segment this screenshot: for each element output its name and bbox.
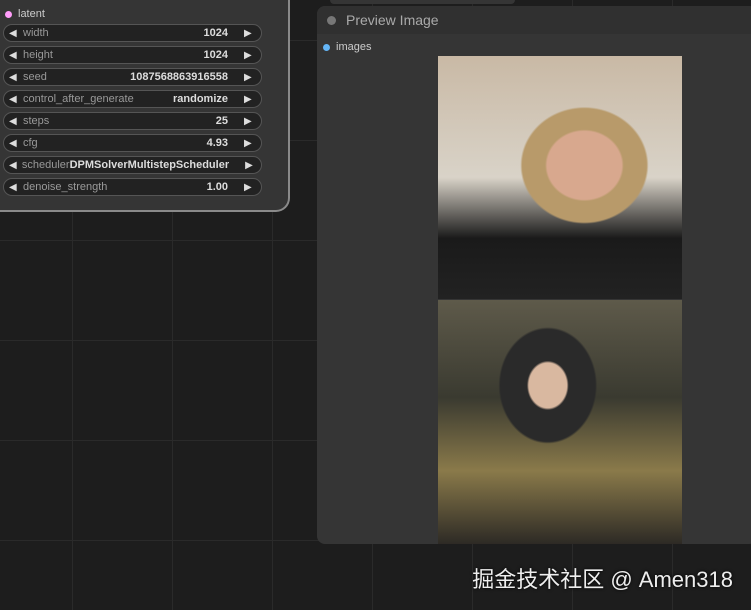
slot-label: images bbox=[336, 41, 372, 53]
widget-label: cfg bbox=[23, 137, 38, 149]
decrement-arrow-icon[interactable]: ◀ bbox=[9, 160, 20, 171]
widget-value[interactable]: 25 bbox=[216, 115, 228, 127]
decrement-arrow-icon[interactable]: ◀ bbox=[9, 94, 21, 105]
collapse-dot-icon[interactable] bbox=[327, 15, 336, 25]
widget-label: seed bbox=[23, 71, 47, 83]
widget-label: height bbox=[23, 49, 53, 61]
watermark: 掘金技术社区 @ Amen318 bbox=[472, 567, 733, 592]
preview-image-node[interactable]: Preview Image images bbox=[317, 6, 751, 544]
input-slot-images[interactable]: images bbox=[323, 41, 371, 53]
increment-arrow-icon[interactable]: ▶ bbox=[244, 138, 256, 149]
node-edge bbox=[330, 0, 515, 4]
widget-width[interactable]: ◀ width 1024 ▶ bbox=[3, 24, 262, 42]
decrement-arrow-icon[interactable]: ◀ bbox=[9, 50, 21, 61]
decrement-arrow-icon[interactable]: ◀ bbox=[9, 182, 21, 193]
preview-image-2[interactable] bbox=[438, 300, 682, 544]
decrement-arrow-icon[interactable]: ◀ bbox=[9, 116, 21, 127]
widget-height[interactable]: ◀ height 1024 ▶ bbox=[3, 46, 262, 64]
widget-value[interactable]: 1.00 bbox=[207, 181, 228, 193]
widget-label: width bbox=[23, 27, 49, 39]
increment-arrow-icon[interactable]: ▶ bbox=[244, 182, 256, 193]
widget-value[interactable]: 4.93 bbox=[207, 137, 228, 149]
widget-value[interactable]: 1024 bbox=[204, 27, 228, 39]
increment-arrow-icon[interactable]: ▶ bbox=[244, 72, 256, 83]
preview-image-1[interactable] bbox=[438, 56, 682, 299]
widget-label: scheduler bbox=[21, 159, 70, 171]
decrement-arrow-icon[interactable]: ◀ bbox=[9, 72, 21, 83]
output-slot-latent[interactable]: latent bbox=[5, 8, 45, 20]
widget-value[interactable]: 1087568863916558 bbox=[130, 71, 228, 83]
increment-arrow-icon[interactable]: ▶ bbox=[244, 50, 256, 61]
widget-cfg[interactable]: ◀ cfg 4.93 ▶ bbox=[3, 134, 262, 152]
widget-seed[interactable]: ◀ seed 1087568863916558 ▶ bbox=[3, 68, 262, 86]
slot-label: latent bbox=[18, 8, 45, 20]
slot-dot-icon bbox=[5, 10, 12, 18]
widget-label: denoise_strength bbox=[23, 181, 108, 193]
node-title: Preview Image bbox=[346, 12, 439, 28]
increment-arrow-icon[interactable]: ▶ bbox=[244, 116, 256, 127]
empty-latent-node[interactable]: latent ◀ width 1024 ▶ ◀ height 1024 ▶ ◀ seed 10875… bbox=[0, 0, 290, 212]
node-header[interactable]: Preview Image bbox=[317, 6, 751, 34]
increment-arrow-icon[interactable]: ▶ bbox=[245, 160, 256, 171]
widget-value[interactable]: randomize bbox=[173, 93, 228, 105]
widget-label: control_after_generate bbox=[23, 93, 134, 105]
widget-control-after-generate[interactable]: ◀ control_after_generate randomize ▶ bbox=[3, 90, 262, 108]
decrement-arrow-icon[interactable]: ◀ bbox=[9, 28, 21, 39]
slot-dot-icon bbox=[323, 43, 330, 51]
increment-arrow-icon[interactable]: ▶ bbox=[244, 28, 256, 39]
widget-scheduler[interactable]: ◀ scheduler DPMSolverMultistepScheduler ▶ bbox=[3, 156, 262, 174]
increment-arrow-icon[interactable]: ▶ bbox=[244, 94, 256, 105]
widget-label: steps bbox=[23, 115, 50, 127]
widget-value[interactable]: DPMSolverMultistepScheduler bbox=[70, 159, 230, 171]
widget-denoise-strength[interactable]: ◀ denoise_strength 1.00 ▶ bbox=[3, 178, 262, 196]
decrement-arrow-icon[interactable]: ◀ bbox=[9, 138, 21, 149]
widget-steps[interactable]: ◀ steps 25 ▶ bbox=[3, 112, 262, 130]
widget-value[interactable]: 1024 bbox=[204, 49, 228, 61]
